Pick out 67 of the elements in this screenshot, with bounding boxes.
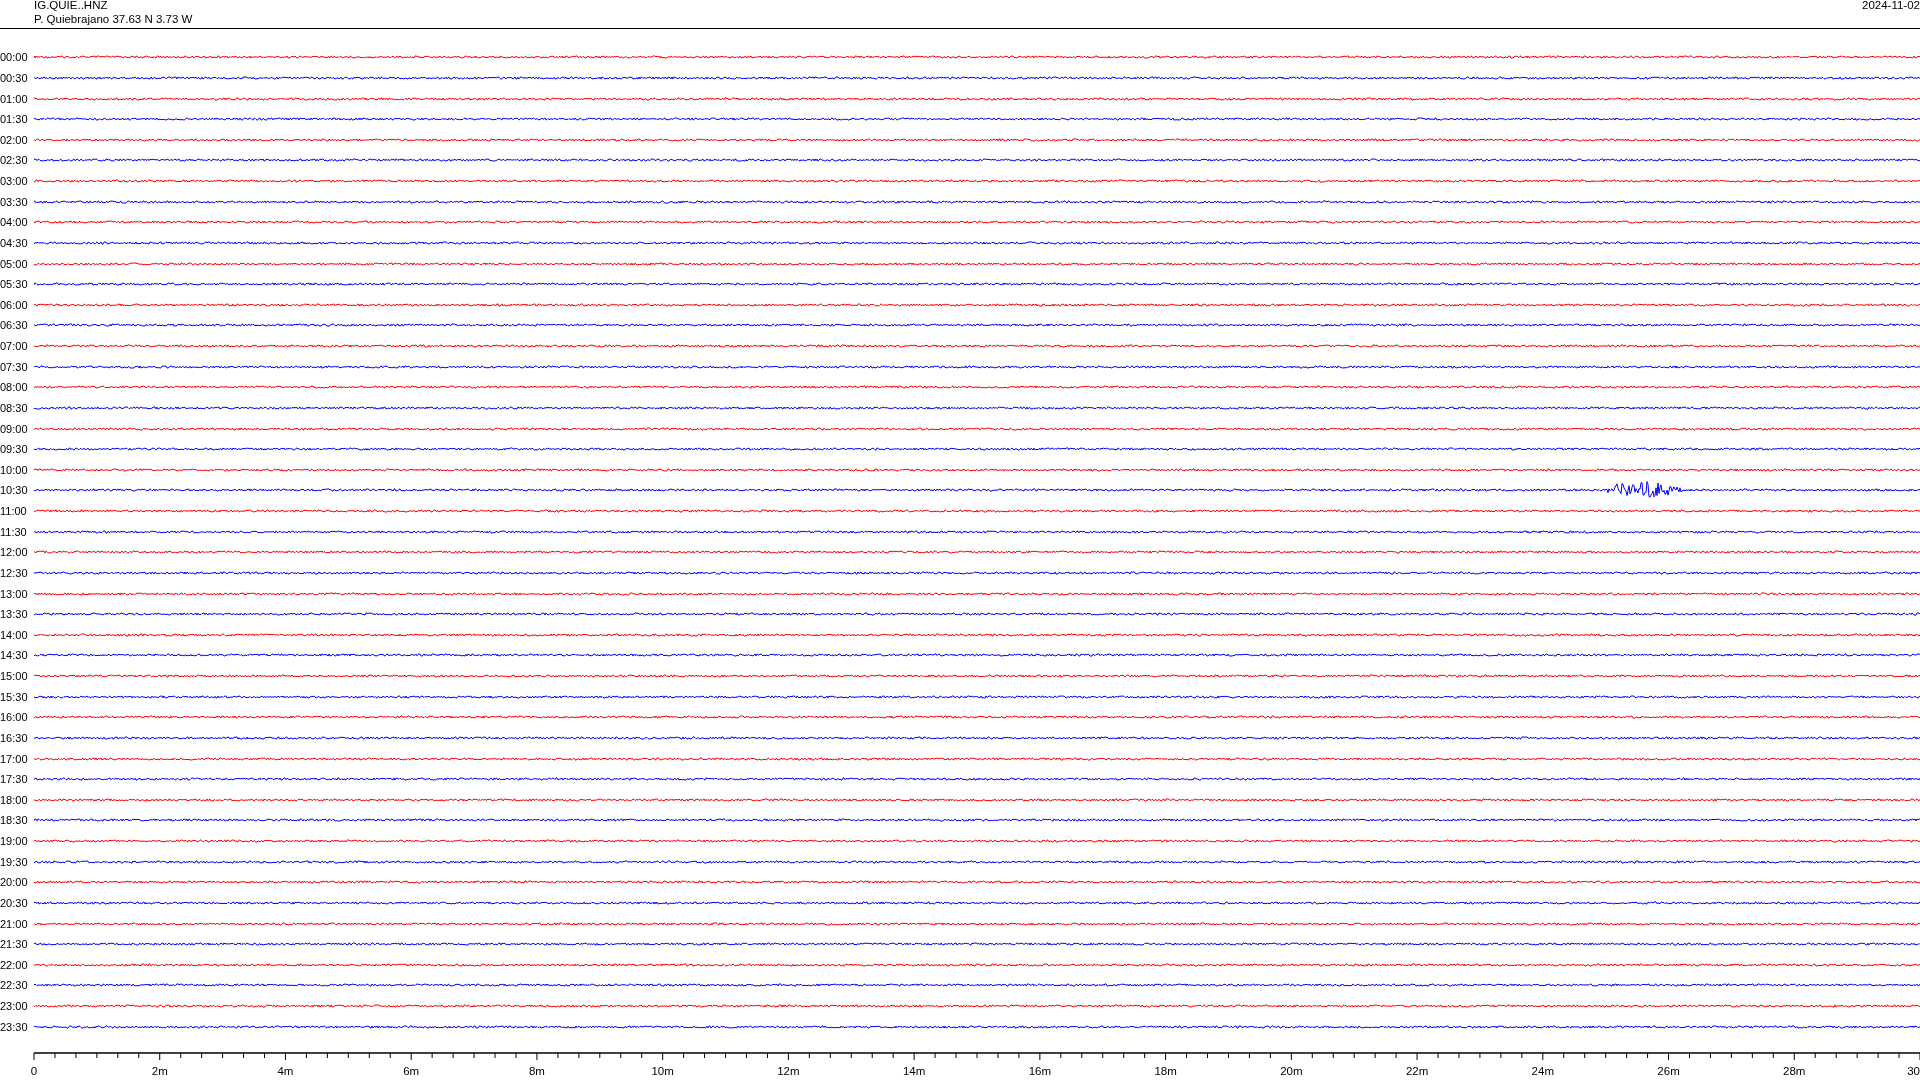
row-time-label: 13:30: [0, 608, 29, 621]
station-info: P. Quiebrajano 37.63 N 3.73 W: [34, 12, 193, 26]
row-time-label: 02:00: [0, 133, 29, 146]
row-time-label: 06:00: [0, 298, 29, 311]
row-time-label: 12:00: [0, 546, 29, 559]
row-time-label: 01:30: [0, 113, 29, 126]
row-time-label: 03:00: [0, 175, 29, 188]
row-time-label: 14:00: [0, 628, 29, 641]
row-time-label: 20:00: [0, 876, 29, 889]
row-time-label: 23:00: [0, 1000, 29, 1013]
row-time-label: 11:00: [0, 505, 28, 518]
axis-label: 20m: [1280, 1065, 1303, 1077]
row-time-label: 16:30: [0, 731, 29, 744]
channel-code: IG.QUIE..HNZ: [34, 0, 109, 12]
row-time-label: 22:30: [0, 979, 29, 992]
row-time-label: 23:30: [0, 1020, 29, 1033]
axis-label: 30: [1907, 1065, 1920, 1077]
axis-label: 0: [30, 1065, 38, 1077]
axis-label: 4m: [277, 1065, 294, 1077]
row-time-label: 15:00: [0, 670, 29, 683]
row-time-label: 11:30: [0, 525, 28, 538]
row-time-label: 21:30: [0, 938, 29, 951]
row-time-label: 17:00: [0, 752, 29, 765]
row-time-label: 13:00: [0, 587, 29, 600]
row-time-label: 07:00: [0, 340, 29, 353]
row-time-label: 16:00: [0, 711, 29, 724]
axis-label: 16m: [1028, 1065, 1052, 1077]
row-time-label: 01:00: [0, 92, 29, 105]
row-time-label: 18:30: [0, 814, 29, 827]
row-time-label: 21:00: [0, 917, 29, 930]
row-time-label: 09:30: [0, 443, 29, 456]
axis-label: 10m: [651, 1065, 674, 1077]
row-time-label: 05:30: [0, 278, 29, 291]
row-time-label: 06:30: [0, 319, 29, 332]
row-time-label: 19:00: [0, 835, 29, 848]
row-time-label: 10:00: [0, 463, 29, 476]
row-time-label: 09:00: [0, 422, 29, 435]
row-time-label: 04:30: [0, 236, 29, 249]
axis-label: 26m: [1657, 1065, 1680, 1077]
row-time-label: 12:30: [0, 566, 29, 579]
date-label: 2024-11-02: [1862, 0, 1920, 12]
axis-label: 14m: [902, 1065, 926, 1077]
axis-label: 28m: [1783, 1065, 1806, 1077]
row-time-label: 17:30: [0, 773, 29, 786]
row-time-label: 00:00: [0, 51, 29, 64]
row-time-label: 08:30: [0, 401, 29, 414]
row-time-label: 15:30: [0, 690, 29, 703]
row-time-label: 00:30: [0, 71, 29, 84]
axis-label: 22m: [1405, 1065, 1429, 1077]
axis-label: 8m: [528, 1065, 545, 1077]
row-time-label: 02:30: [0, 154, 29, 167]
row-time-label: 10:30: [0, 484, 29, 497]
row-time-label: 20:30: [0, 896, 29, 909]
axis-label: 24m: [1531, 1065, 1554, 1077]
row-time-label: 22:00: [0, 958, 29, 971]
row-time-label: 08:00: [0, 381, 29, 394]
axis-label: 12m: [777, 1065, 800, 1077]
row-time-label: 05:00: [0, 257, 29, 270]
row-time-label: 19:30: [0, 855, 29, 868]
axis-label: 18m: [1154, 1065, 1177, 1077]
row-time-label: 03:30: [0, 195, 29, 208]
row-time-label: 14:30: [0, 649, 29, 662]
row-time-label: 04:00: [0, 216, 29, 229]
axis-label: 6m: [403, 1065, 420, 1077]
row-time-label: 18:00: [0, 793, 29, 806]
axis-label: 2m: [151, 1065, 168, 1077]
row-time-label: 07:30: [0, 360, 29, 373]
